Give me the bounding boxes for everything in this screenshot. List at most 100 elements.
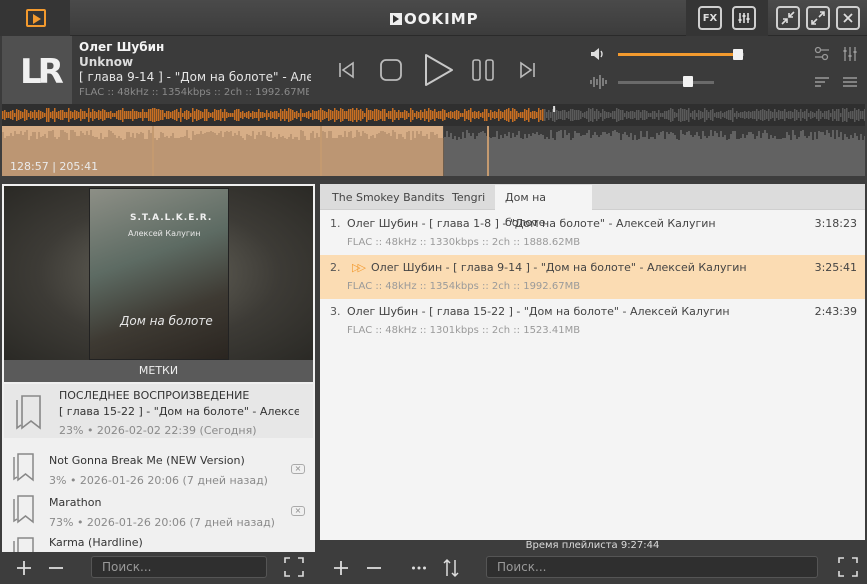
seek-bar[interactable] bbox=[2, 104, 865, 126]
spectrum-bar bbox=[40, 111, 42, 119]
spectrum-bar bbox=[726, 111, 728, 119]
eq-button[interactable] bbox=[732, 6, 756, 30]
waveform-bar bbox=[190, 140, 192, 176]
waveform[interactable] bbox=[2, 126, 865, 176]
close-button[interactable] bbox=[836, 6, 860, 30]
tab-smokey-bandits[interactable]: The Smokey Bandits bbox=[322, 185, 454, 210]
balance-handle[interactable] bbox=[683, 76, 694, 87]
waveform-bar bbox=[136, 133, 138, 176]
waveform-bar bbox=[440, 138, 442, 176]
waveform-bar bbox=[858, 140, 860, 176]
spectrum-bar bbox=[86, 113, 88, 117]
spectrum-bar bbox=[372, 111, 374, 119]
list-icon[interactable] bbox=[814, 76, 830, 88]
track-title: [ глава 9-14 ] - "Дом на болоте" - Алекс… bbox=[79, 70, 311, 84]
spectrum-bar bbox=[644, 110, 646, 120]
album-thumbnail[interactable]: LR bbox=[2, 36, 72, 104]
bookmark-item[interactable]: Karma (Hardline) bbox=[4, 530, 313, 552]
add-icon[interactable] bbox=[16, 560, 32, 576]
remove-icon[interactable] bbox=[366, 560, 382, 576]
spectrum-bar bbox=[810, 111, 812, 119]
bookmark-item[interactable]: Marathon 73% • 2026-01-26 20:06 (7 дней … bbox=[4, 488, 313, 530]
next-icon[interactable] bbox=[518, 60, 538, 80]
spectrum-bar bbox=[174, 110, 176, 120]
expand-button[interactable] bbox=[806, 6, 830, 30]
delete-icon[interactable]: × bbox=[291, 464, 305, 474]
balance-slider[interactable] bbox=[618, 81, 714, 84]
spectrum-bar bbox=[164, 113, 166, 117]
waveform-bar bbox=[524, 134, 526, 176]
spectrum-bar bbox=[714, 113, 716, 117]
waveform-bar bbox=[544, 139, 546, 176]
waveform-bar bbox=[378, 133, 380, 176]
sort-icon[interactable] bbox=[443, 558, 459, 578]
spectrum-bar bbox=[504, 110, 506, 120]
spectrum-bar bbox=[560, 111, 562, 119]
bookmark-item[interactable]: Not Gonna Break Me (NEW Version) 3% • 20… bbox=[4, 446, 313, 488]
waveform-bar bbox=[648, 139, 650, 176]
play-icon[interactable] bbox=[420, 52, 456, 88]
spectrum-bar bbox=[276, 111, 278, 119]
stop-icon[interactable] bbox=[379, 58, 403, 82]
spectrum-bar bbox=[286, 111, 288, 119]
spectrum-bar bbox=[236, 109, 238, 121]
volume-handle[interactable] bbox=[732, 49, 743, 60]
spectrum-bar bbox=[586, 111, 588, 119]
playlist-row[interactable]: 3. Олег Шубин - [ глава 15-22 ] - "Дом н… bbox=[320, 299, 865, 343]
tab-dom-na-bolote[interactable]: Дом на болоте bbox=[495, 185, 592, 229]
spectrum-bar bbox=[820, 111, 822, 119]
spectrum-bar bbox=[248, 111, 250, 119]
select-icon[interactable] bbox=[284, 557, 304, 577]
playlist-row-playing[interactable]: 2. ▷▷ Олег Шубин - [ глава 9-14 ] - "Дом… bbox=[320, 255, 865, 299]
app-menu-button[interactable] bbox=[0, 0, 70, 36]
waveform-bar bbox=[752, 134, 754, 176]
prev-icon[interactable] bbox=[336, 60, 356, 80]
spectrum-bar bbox=[94, 111, 96, 119]
playlist-row[interactable]: 1. Олег Шубин - [ глава 1-8 ] - "Дом на … bbox=[320, 211, 865, 255]
spectrum-bar bbox=[34, 110, 36, 120]
mixer-icon[interactable] bbox=[842, 46, 858, 62]
spectrum-bar bbox=[156, 109, 158, 121]
spectrum-bar bbox=[584, 112, 586, 118]
waveform-bar bbox=[330, 131, 332, 176]
settings-icon[interactable] bbox=[814, 46, 830, 62]
waveform-bar bbox=[438, 138, 440, 176]
collapse-button[interactable] bbox=[776, 6, 800, 30]
fx-button[interactable]: FX bbox=[698, 6, 722, 30]
last-played-bookmark[interactable]: ПОСЛЕДНЕЕ ВОСПРОИЗВЕДЕНИЕ [ глава 15-22 … bbox=[4, 384, 313, 438]
spectrum-bar bbox=[452, 112, 454, 118]
spectrum-bar bbox=[676, 113, 678, 117]
spectrum-bar bbox=[828, 110, 830, 120]
waveform-bar bbox=[514, 137, 516, 176]
spectrum-bar bbox=[268, 113, 270, 117]
waveform-bar bbox=[592, 135, 594, 176]
playlist-search-input[interactable]: Поиск... bbox=[486, 556, 818, 578]
spectrum-bar bbox=[428, 108, 430, 122]
waveform-bar bbox=[448, 137, 450, 176]
volume-icon[interactable] bbox=[590, 46, 606, 62]
waveform-bar bbox=[156, 140, 158, 176]
spectrum-bar bbox=[562, 110, 564, 120]
waveform-bar bbox=[820, 132, 822, 176]
bookmark-search-input[interactable]: Поиск... bbox=[91, 556, 267, 578]
waveform-bar bbox=[478, 133, 480, 176]
tab-tengri[interactable]: Tengri bbox=[442, 185, 495, 210]
bookmarks-header[interactable]: МЕТКИ bbox=[4, 360, 313, 382]
select-icon[interactable] bbox=[838, 557, 858, 577]
spectrum-bar bbox=[788, 111, 790, 119]
spectrum-bar bbox=[812, 112, 814, 118]
waveform-bar bbox=[410, 140, 412, 176]
waveform-bar bbox=[728, 139, 730, 176]
spectrum-bar bbox=[566, 112, 568, 118]
add-icon[interactable] bbox=[333, 560, 349, 576]
last-played-title: ПОСЛЕДНЕЕ ВОСПРОИЗВЕДЕНИЕ bbox=[59, 389, 250, 402]
menu-icon[interactable] bbox=[842, 76, 858, 88]
balance-icon[interactable] bbox=[590, 74, 608, 90]
more-icon[interactable] bbox=[411, 560, 427, 576]
delete-icon[interactable]: × bbox=[291, 506, 305, 516]
waveform-bar bbox=[244, 140, 246, 176]
pause-icon[interactable] bbox=[471, 58, 495, 82]
remove-icon[interactable] bbox=[48, 560, 64, 576]
waveform-bar bbox=[424, 136, 426, 176]
spectrum-bar bbox=[262, 112, 264, 118]
